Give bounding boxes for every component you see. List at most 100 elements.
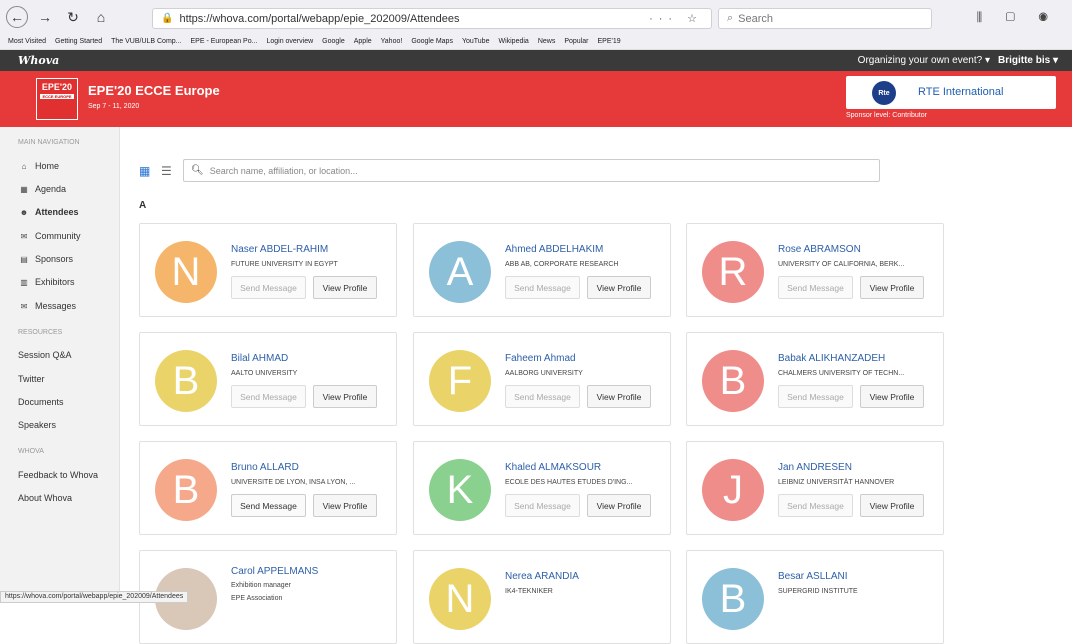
- bookmark-item[interactable]: The VUB/ULB Comp...: [111, 38, 181, 45]
- send-message-button[interactable]: Send Message: [778, 276, 853, 299]
- sidebar-item-about[interactable]: About Whova: [18, 493, 72, 503]
- attendee-card[interactable]: NNaser ABDEL-RAHIMFUTURE UNIVERSITY IN E…: [139, 223, 397, 317]
- attendee-name[interactable]: Faheem Ahmad: [505, 353, 576, 364]
- attendee-card[interactable]: F Faheem Ahmad AALBORG UNIVERSITY Send Mess…: [413, 332, 671, 426]
- view-profile-button[interactable]: View Profile: [313, 276, 377, 299]
- view-profile-button[interactable]: View Profile: [860, 276, 924, 299]
- bookmark-item[interactable]: Getting Started: [55, 38, 102, 45]
- attendee-card[interactable]: NNerea ARANDIAIK4-TEKNIKER: [413, 550, 671, 644]
- view-profile-button[interactable]: View Profile: [587, 276, 651, 299]
- view-profile-button[interactable]: View Profile: [587, 385, 651, 408]
- sidebar-item-session-qa[interactable]: Session Q&A: [18, 350, 72, 360]
- attendee-name[interactable]: Besar ASLLANI: [778, 571, 847, 582]
- avatar[interactable]: B: [155, 459, 217, 521]
- send-message-button[interactable]: Send Message: [231, 494, 306, 517]
- sidebar-item-community[interactable]: ✉Community: [18, 231, 81, 241]
- send-message-button[interactable]: Send Message: [778, 494, 853, 517]
- bookmark-item[interactable]: Apple: [354, 38, 372, 45]
- attendee-name[interactable]: Babak ALIKHANZADEH: [778, 353, 885, 364]
- bookmark-item[interactable]: YouTube: [462, 38, 490, 45]
- url-text[interactable]: https://whova.com/portal/webapp/epie_202…: [179, 13, 459, 25]
- browser-search-input[interactable]: ⌕ Search: [718, 8, 932, 29]
- list-view-icon[interactable]: ☰: [161, 164, 172, 178]
- avatar[interactable]: N: [429, 568, 491, 630]
- send-message-button[interactable]: Send Message: [231, 385, 306, 408]
- send-message-button[interactable]: Send Message: [505, 276, 580, 299]
- home-browser-icon[interactable]: ⌂: [90, 6, 112, 28]
- attendee-name[interactable]: Nerea ARANDIA: [505, 571, 579, 582]
- bookmark-item[interactable]: Google: [322, 38, 345, 45]
- reload-icon[interactable]: ↻: [62, 6, 84, 28]
- attendee-name[interactable]: Khaled ALMAKSOUR: [505, 462, 601, 473]
- organize-event-link[interactable]: Organizing your own event? ▾: [858, 55, 990, 66]
- sponsor-name[interactable]: RTE International: [918, 86, 1003, 98]
- attendee-card[interactable]: KKhaled ALMAKSOURECOLE DES HAUTES ETUDES…: [413, 441, 671, 535]
- sidebar-item-messages[interactable]: ✉Messages: [18, 301, 76, 311]
- attendee-card[interactable]: BBruno ALLARDUNIVERSITE DE LYON, INSA LY…: [139, 441, 397, 535]
- attendee-search-input[interactable]: [210, 166, 810, 176]
- attendee-name[interactable]: Jan ANDRESEN: [778, 462, 852, 473]
- bookmark-item[interactable]: EPE'19: [597, 38, 620, 45]
- sidebar-item-agenda[interactable]: ▦Agenda: [18, 184, 66, 194]
- view-profile-button[interactable]: View Profile: [587, 494, 651, 517]
- back-icon[interactable]: ←: [6, 6, 28, 28]
- attendee-name[interactable]: Ahmed ABDELHAKIM: [505, 244, 603, 255]
- bookmark-item[interactable]: Yahoo!: [381, 38, 403, 45]
- sidebar-item-exhibitors[interactable]: ▥Exhibitors: [18, 277, 75, 287]
- view-profile-button[interactable]: View Profile: [313, 494, 377, 517]
- avatar[interactable]: B: [155, 350, 217, 412]
- attendee-name[interactable]: Bilal AHMAD: [231, 353, 288, 364]
- browser-menu-icons[interactable]: ⫼ ▢ ◉: [977, 10, 1058, 25]
- avatar[interactable]: R: [702, 241, 764, 303]
- sidebar-item-sponsors[interactable]: ▤Sponsors: [18, 254, 73, 264]
- avatar[interactable]: A: [429, 241, 491, 303]
- sidebar-item-speakers[interactable]: Speakers: [18, 420, 56, 430]
- attendee-card[interactable]: RRose ABRAMSONUNIVERSITY OF CALIFORNIA, …: [686, 223, 944, 317]
- avatar[interactable]: B: [702, 350, 764, 412]
- sidebar-item-feedback[interactable]: Feedback to Whova: [18, 470, 98, 480]
- page-actions-icon[interactable]: ··· ☆: [649, 12, 703, 25]
- user-menu[interactable]: Brigitte bis ▾: [998, 55, 1058, 66]
- bookmark-item[interactable]: Wikipedia: [498, 38, 528, 45]
- whova-logo[interactable]: Whova: [18, 54, 59, 67]
- attendee-card[interactable]: JJan ANDRESENLEIBNIZ UNIVERSITÄT HANNOVE…: [686, 441, 944, 535]
- bookmark-item[interactable]: EPE - European Po...: [191, 38, 258, 45]
- attendee-search[interactable]: 🔍︎: [183, 159, 880, 182]
- attendee-card[interactable]: BBesar ASLLANISUPERGRID INSTITUTE: [686, 550, 944, 644]
- sidebar-item-home[interactable]: ⌂Home: [18, 161, 59, 171]
- avatar[interactable]: J: [702, 459, 764, 521]
- send-message-button[interactable]: Send Message: [231, 276, 306, 299]
- bookmark-item[interactable]: Login overview: [266, 38, 313, 45]
- send-message-button[interactable]: Send Message: [778, 385, 853, 408]
- attendee-name[interactable]: Carol APPELMANS: [231, 566, 318, 577]
- sidebar-item-attendees[interactable]: ☻Attendees: [18, 207, 79, 217]
- sponsor-card[interactable]: Rte RTE International: [846, 76, 1056, 109]
- attendee-name[interactable]: Rose ABRAMSON: [778, 244, 861, 255]
- attendee-card[interactable]: AAhmed ABDELHAKIMABB AB, CORPORATE RESEA…: [413, 223, 671, 317]
- grid-view-icon[interactable]: ▦: [139, 164, 150, 178]
- sidebar-item-twitter[interactable]: Twitter: [18, 374, 45, 384]
- send-message-button[interactable]: Send Message: [505, 494, 580, 517]
- view-profile-button[interactable]: View Profile: [313, 385, 377, 408]
- sidebar-item-documents[interactable]: Documents: [18, 397, 64, 407]
- avatar[interactable]: K: [429, 459, 491, 521]
- booth-icon: ▥: [18, 278, 30, 287]
- avatar[interactable]: F: [429, 350, 491, 412]
- attendee-affiliation: AALBORG UNIVERSITY: [505, 370, 583, 377]
- view-profile-button[interactable]: View Profile: [860, 385, 924, 408]
- address-bar[interactable]: 🔒 https://whova.com/portal/webapp/epie_2…: [152, 8, 712, 29]
- bookmark-item[interactable]: News: [538, 38, 556, 45]
- bookmark-item[interactable]: Google Maps: [411, 38, 453, 45]
- attendee-organization: EPE Association: [231, 595, 282, 602]
- bookmark-item[interactable]: Most Visited: [8, 38, 46, 45]
- avatar[interactable]: B: [702, 568, 764, 630]
- view-profile-button[interactable]: View Profile: [860, 494, 924, 517]
- avatar[interactable]: N: [155, 241, 217, 303]
- attendee-card[interactable]: BBilal AHMADAALTO UNIVERSITYSend Message…: [139, 332, 397, 426]
- attendee-card[interactable]: BBabak ALIKHANZADEHCHALMERS UNIVERSITY O…: [686, 332, 944, 426]
- forward-icon[interactable]: →: [34, 6, 56, 28]
- send-message-button[interactable]: Send Message: [505, 385, 580, 408]
- bookmark-item[interactable]: Popular: [564, 38, 588, 45]
- attendee-name[interactable]: Bruno ALLARD: [231, 462, 299, 473]
- attendee-name[interactable]: Naser ABDEL-RAHIM: [231, 244, 328, 255]
